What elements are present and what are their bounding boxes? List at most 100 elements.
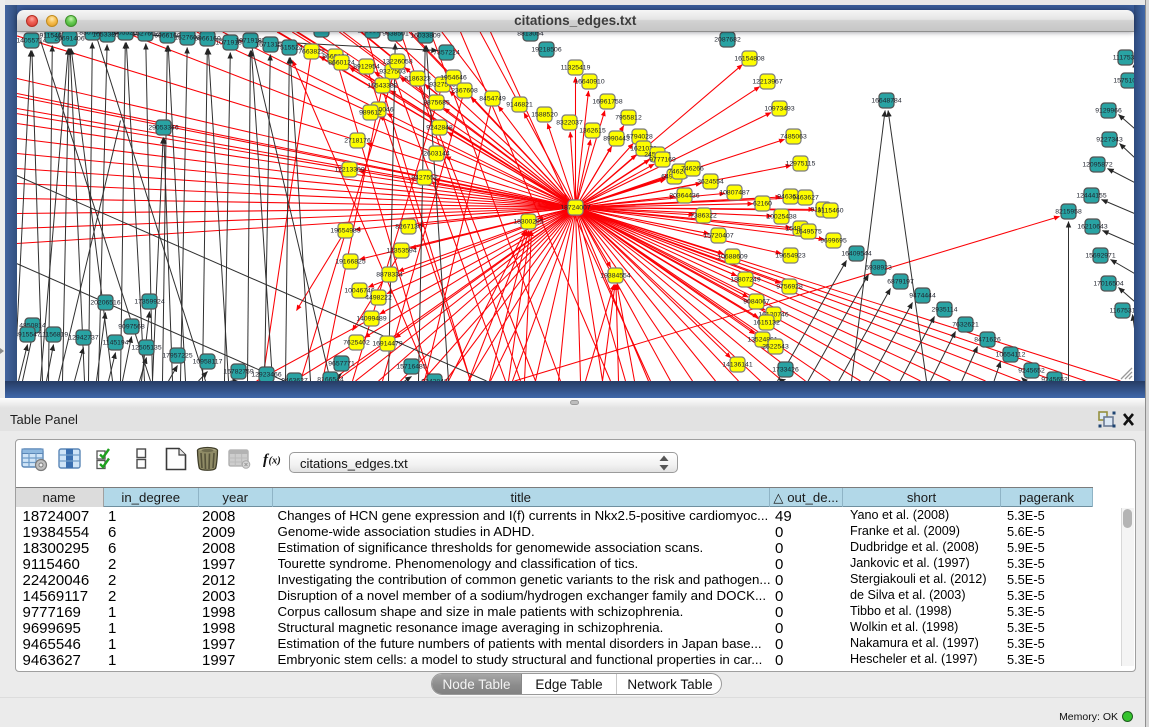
svg-text:9245652: 9245652 (1041, 376, 1068, 380)
svg-text:12444155: 12444155 (1076, 192, 1106, 199)
svg-text:9097568: 9097568 (118, 323, 145, 330)
svg-text:6879197: 6879197 (887, 278, 914, 285)
svg-text:12505135: 12505135 (131, 344, 161, 351)
svg-text:16914479: 16914479 (372, 340, 402, 347)
svg-text:20364436: 20364436 (669, 192, 699, 199)
svg-text:10688609: 10688609 (717, 253, 747, 260)
svg-text:9242848: 9242848 (426, 124, 453, 131)
svg-text:19654923: 19654923 (775, 252, 805, 259)
svg-text:2522543: 2522543 (762, 343, 789, 350)
svg-text:8427552: 8427552 (411, 174, 438, 181)
svg-text:16210643: 16210643 (1077, 223, 1107, 230)
svg-text:16033809: 16033809 (410, 32, 440, 39)
svg-text:9474444: 9474444 (909, 292, 936, 299)
svg-text:3875685: 3875685 (423, 99, 450, 106)
svg-text:9084067: 9084067 (743, 298, 770, 305)
svg-text:18724007: 18724007 (560, 204, 590, 211)
svg-text:4498222: 4498222 (365, 294, 392, 301)
svg-text:16961758: 16961758 (592, 98, 622, 105)
svg-text:8267130: 8267130 (395, 223, 422, 230)
svg-text:1649575: 1649575 (795, 228, 822, 235)
svg-text:9699695: 9699695 (820, 237, 847, 244)
svg-text:16782759: 16782759 (223, 368, 253, 375)
svg-text:12353594: 12353594 (386, 247, 416, 254)
svg-text:8813054: 8813054 (517, 32, 544, 38)
svg-text:18300295: 18300295 (513, 218, 543, 225)
svg-text:7663822: 7663822 (298, 48, 325, 55)
svg-text:2367608: 2367608 (451, 87, 478, 94)
svg-text:1117535: 1117535 (1112, 54, 1134, 61)
svg-text:16648784: 16648784 (871, 97, 901, 104)
svg-text:16409544: 16409544 (841, 250, 871, 257)
svg-text:746266: 746266 (681, 165, 704, 172)
svg-text:1954646: 1954646 (440, 74, 467, 81)
svg-text:62160: 62160 (753, 200, 772, 207)
svg-text:1588520: 1588520 (531, 111, 558, 118)
svg-text:19218506: 19218506 (531, 46, 561, 53)
svg-text:14099489: 14099489 (356, 315, 386, 322)
svg-text:3624554: 3624554 (697, 178, 724, 185)
svg-text:8471626: 8471626 (974, 336, 1001, 343)
svg-text:9463627: 9463627 (792, 194, 819, 201)
svg-text:2087682: 2087682 (714, 36, 741, 43)
svg-text:8660124: 8660124 (328, 59, 355, 66)
svg-text:10025438: 10025438 (766, 213, 796, 220)
svg-text:1167531: 1167531 (1109, 307, 1134, 314)
svg-text:2935114: 2935114 (931, 306, 957, 313)
svg-text:9756928: 9756928 (776, 283, 803, 290)
svg-text:11325419: 11325419 (560, 64, 590, 71)
svg-text:9242848: 9242848 (421, 378, 448, 380)
svg-text:12213309: 12213309 (334, 166, 364, 173)
svg-text:18807249: 18807249 (730, 276, 760, 283)
svg-text:13226058: 13226058 (382, 58, 412, 65)
svg-text:19166825: 19166825 (335, 258, 365, 265)
svg-text:9245652: 9245652 (1018, 367, 1045, 374)
svg-text:9227343: 9227343 (1096, 136, 1123, 143)
svg-text:9777169: 9777169 (649, 156, 676, 163)
svg-text:9327503: 9327503 (379, 68, 406, 75)
svg-text:8166544: 8166544 (317, 376, 344, 380)
svg-text:8215958: 8215958 (1055, 208, 1082, 215)
svg-text:(x): (x) (268, 456, 280, 467)
svg-text:2603144: 2603144 (423, 150, 450, 157)
svg-text:8186323: 8186323 (404, 75, 431, 82)
svg-text:15716485: 15716485 (396, 363, 426, 370)
svg-text:8322037: 8322037 (556, 119, 583, 126)
svg-text:15692971: 15692971 (1085, 252, 1115, 259)
svg-text:8912954: 8912954 (353, 63, 380, 70)
svg-text:8454749: 8454749 (479, 95, 506, 102)
svg-text:7485063: 7485063 (780, 133, 807, 140)
svg-text:1615132: 1615132 (753, 319, 780, 326)
svg-text:17016504: 17016504 (1093, 280, 1123, 287)
svg-text:7386322: 7386322 (690, 212, 717, 219)
svg-text:12095872: 12095872 (1082, 161, 1112, 168)
svg-text:5938923: 5938923 (865, 264, 892, 271)
svg-text:9146821: 9146821 (506, 101, 533, 108)
svg-text:7625402: 7625402 (343, 339, 370, 346)
svg-text:19384554: 19384554 (600, 272, 630, 279)
svg-text:9129966: 9129966 (1095, 107, 1122, 114)
svg-text:10046746: 10046746 (344, 287, 374, 294)
svg-text:9638501: 9638501 (382, 32, 409, 38)
svg-text:6794028: 6794028 (626, 133, 653, 140)
svg-text:8915547: 8915547 (17, 331, 41, 338)
svg-text:10973493: 10973493 (764, 105, 794, 112)
svg-text:16154808: 16154808 (734, 55, 764, 62)
svg-text:989612: 989612 (359, 109, 382, 116)
svg-text:12213967: 12213967 (752, 78, 782, 85)
svg-text:20206516: 20206516 (90, 299, 120, 306)
svg-text:12975115: 12975115 (785, 160, 815, 167)
svg-text:10958117: 10958117 (192, 358, 222, 365)
svg-text:10807487: 10807487 (719, 189, 749, 196)
svg-text:1145194: 1145194 (102, 339, 128, 346)
svg-text:12942737: 12942737 (68, 334, 98, 341)
svg-text:7357224: 7357224 (433, 49, 460, 56)
svg-text:7955812: 7955812 (615, 114, 642, 121)
svg-text:20691406: 20691406 (54, 35, 84, 42)
svg-text:7632621: 7632621 (952, 321, 979, 328)
svg-text:15751074: 15751074 (1113, 77, 1134, 84)
svg-text:16640910: 16640910 (574, 78, 604, 85)
svg-text:1362615: 1362615 (579, 127, 606, 134)
svg-text:2718176: 2718176 (344, 137, 371, 144)
svg-text:8878334: 8878334 (376, 271, 403, 278)
